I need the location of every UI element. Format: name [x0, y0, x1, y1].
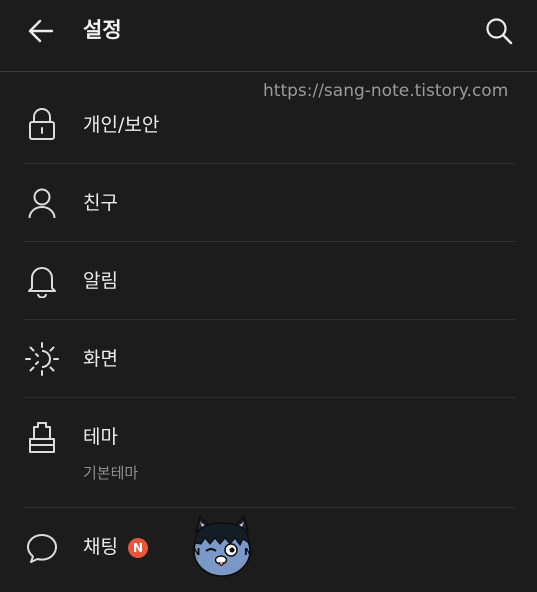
menu-item-chat[interactable]: 채팅 N	[24, 508, 516, 592]
menu-item-label: 테마	[83, 426, 118, 448]
cat-character-sticker: N N	[186, 513, 258, 579]
lock-icon	[24, 106, 60, 142]
chat-bubble-icon	[24, 530, 60, 566]
menu-item-label: 화면	[83, 348, 118, 370]
new-badge: N	[128, 538, 148, 558]
svg-text:N: N	[244, 547, 252, 558]
menu-item-theme[interactable]: 테마 기본테마	[24, 398, 516, 508]
paint-brush-icon	[24, 419, 60, 455]
search-button[interactable]	[480, 12, 518, 50]
person-icon	[24, 185, 60, 221]
menu-item-label: 알림	[83, 270, 118, 292]
menu-item-privacy[interactable]: 개인/보안	[24, 86, 516, 164]
svg-text:N: N	[192, 547, 200, 558]
back-button[interactable]	[22, 12, 60, 50]
brightness-icon	[24, 341, 60, 377]
menu-item-label: 채팅	[83, 536, 118, 558]
menu-item-label: 친구	[83, 192, 118, 214]
arrow-left-icon	[28, 19, 54, 43]
menu-item-label: 개인/보안	[83, 114, 160, 136]
menu-item-friends[interactable]: 친구	[24, 164, 516, 242]
app-header: 설정	[0, 0, 537, 72]
menu-item-notifications[interactable]: 알림	[24, 242, 516, 320]
bell-icon	[24, 263, 60, 299]
page-title: 설정	[83, 18, 122, 42]
search-icon	[486, 18, 513, 45]
menu-item-display[interactable]: 화면	[24, 320, 516, 398]
menu-item-sublabel: 기본테마	[83, 464, 139, 482]
